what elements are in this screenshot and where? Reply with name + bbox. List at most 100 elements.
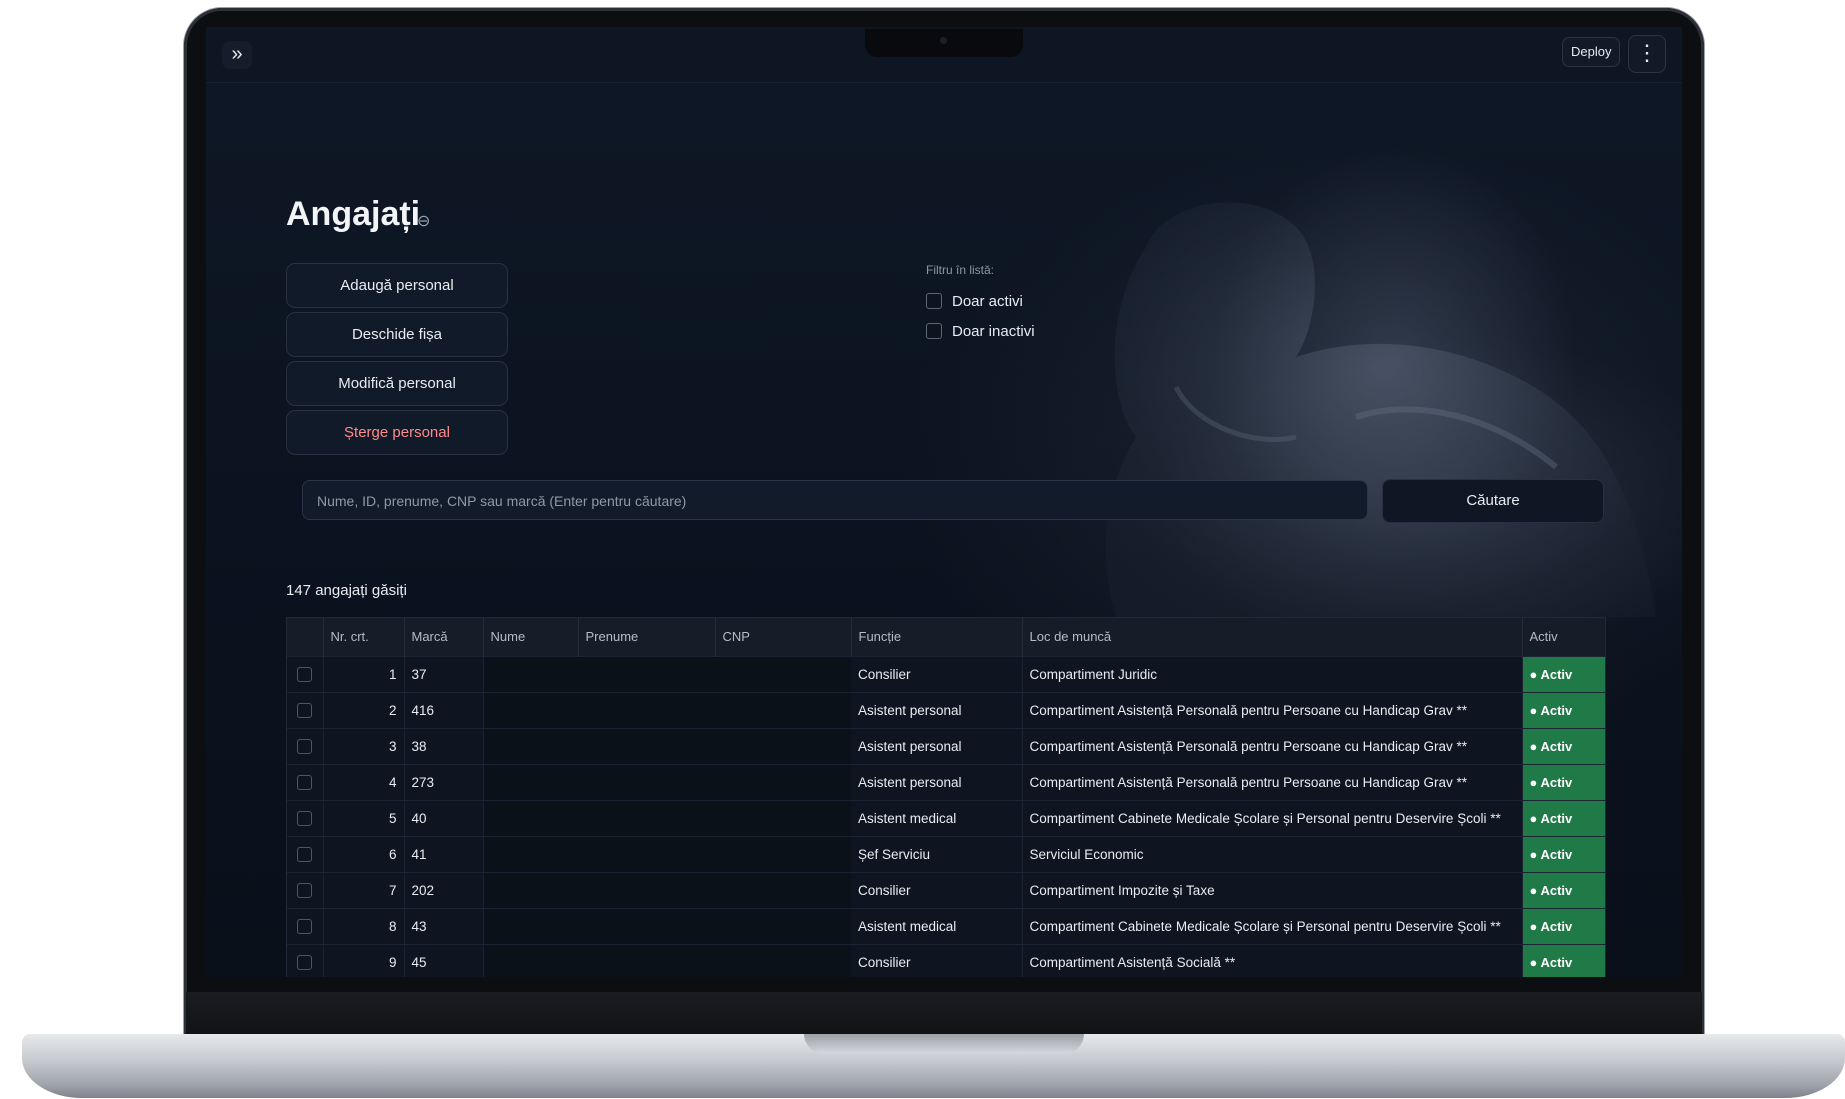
status-badge: ● Activ: [1522, 943, 1605, 977]
cell-nume: [483, 691, 578, 728]
cell-marca: 273: [404, 763, 484, 800]
table-row[interactable]: 8 43 Asistent medical Compartiment Cabinete…: [287, 907, 1605, 944]
table-row[interactable]: 4 273 Asistent personal Compartiment Asiste…: [287, 763, 1605, 800]
row-select-cell[interactable]: [287, 943, 324, 977]
cell-prenume: [578, 691, 715, 728]
cell-cnp: [715, 943, 851, 977]
column-header-cnp[interactable]: CNP: [715, 618, 852, 656]
cell-prenume: [578, 907, 715, 944]
table-row[interactable]: 1 37 Consilier Compartiment Juridic ● Activ: [287, 655, 1605, 692]
cell-functie: Asistent medical: [851, 907, 1023, 944]
column-header-activ[interactable]: Activ: [1522, 618, 1605, 656]
row-select-cell[interactable]: [287, 763, 324, 800]
column-header-marca[interactable]: Marcă: [404, 618, 484, 656]
cell-cnp: [715, 655, 851, 692]
row-select-cell[interactable]: [287, 691, 324, 728]
checkbox[interactable]: [297, 918, 313, 934]
filter-inactive-only[interactable]: Doar inactivi: [926, 320, 1035, 342]
cell-cnp: [715, 907, 851, 944]
table-row[interactable]: 3 38 Asistent personal Compartiment Asisten…: [287, 727, 1605, 764]
row-select-cell[interactable]: [287, 871, 324, 908]
filter-option-label: Doar inactivi: [952, 322, 1035, 340]
status-badge: ● Activ: [1522, 763, 1605, 800]
camera-icon: [940, 37, 947, 44]
checkbox[interactable]: [297, 738, 313, 754]
cell-nume: [483, 943, 578, 977]
status-badge: ● Activ: [1522, 655, 1605, 692]
status-badge: ● Activ: [1522, 799, 1605, 836]
column-header-nr[interactable]: Nr. crt.: [323, 618, 405, 656]
cell-loc: Compartiment Cabinete Medicale Școlare ș…: [1022, 799, 1523, 836]
laptop-opening-groove: [804, 1034, 1084, 1054]
employees-table: Nr. crt. Marcă Nume Prenume CNP Funcție …: [286, 617, 1606, 977]
checkbox[interactable]: [926, 323, 942, 339]
cell-prenume: [578, 871, 715, 908]
checkbox[interactable]: [297, 882, 313, 898]
status-badge: ● Activ: [1522, 871, 1605, 908]
table-row[interactable]: 5 40 Asistent medical Compartiment Cabinete…: [287, 799, 1605, 836]
cell-marca: 45: [404, 943, 484, 977]
link-icon[interactable]: ⊖: [417, 211, 430, 231]
row-select-cell[interactable]: [287, 727, 324, 764]
expand-sidebar-icon[interactable]: »: [222, 41, 252, 69]
column-header-loc[interactable]: Loc de muncă: [1022, 618, 1523, 656]
cell-cnp: [715, 871, 851, 908]
open-file-button[interactable]: Deschide fișa: [286, 312, 508, 357]
cell-functie: Asistent personal: [851, 691, 1023, 728]
column-header-nume[interactable]: Nume: [483, 618, 579, 656]
cell-loc: Compartiment Asistență Socială **: [1022, 943, 1523, 977]
result-count: 147 angajați găsiți: [286, 582, 407, 599]
checkbox[interactable]: [297, 666, 313, 682]
status-badge: ● Activ: [1522, 907, 1605, 944]
table-row[interactable]: 6 41 Șef Serviciu Serviciul Economic ● Activ: [287, 835, 1605, 872]
cell-marca: 40: [404, 799, 484, 836]
status-badge: ● Activ: [1522, 727, 1605, 764]
checkbox[interactable]: [926, 293, 942, 309]
row-select-cell[interactable]: [287, 907, 324, 944]
checkbox[interactable]: [297, 774, 313, 790]
add-personnel-button[interactable]: Adaugă personal: [286, 263, 508, 308]
filter-label: Filtru în listă:: [926, 263, 995, 277]
cell-nume: [483, 871, 578, 908]
table-row[interactable]: 9 45 Consilier Compartiment Asistență Socia…: [287, 943, 1605, 977]
deploy-button[interactable]: Deploy: [1562, 37, 1621, 67]
edit-personnel-button[interactable]: Modifică personal: [286, 361, 508, 406]
cell-prenume: [578, 763, 715, 800]
search-button[interactable]: Căutare: [1382, 479, 1604, 523]
table-header-row: Nr. crt. Marcă Nume Prenume CNP Funcție …: [287, 618, 1605, 656]
cell-nr: 6: [323, 835, 405, 872]
cell-nume: [483, 727, 578, 764]
cell-marca: 416: [404, 691, 484, 728]
cell-nr: 7: [323, 871, 405, 908]
page-title: Angajați: [286, 195, 421, 233]
cell-nume: [483, 655, 578, 692]
column-header-functie[interactable]: Funcție: [851, 618, 1023, 656]
more-options-icon[interactable]: ⋮: [1628, 35, 1666, 73]
search-input[interactable]: Nume, ID, prenume, CNP sau marcă (Enter …: [302, 480, 1368, 520]
checkbox[interactable]: [297, 810, 313, 826]
table-row[interactable]: 2 416 Asistent personal Compartiment Asiste…: [287, 691, 1605, 728]
cell-cnp: [715, 835, 851, 872]
cell-nume: [483, 799, 578, 836]
cell-functie: Consilier: [851, 655, 1023, 692]
checkbox[interactable]: [297, 702, 313, 718]
delete-personnel-button[interactable]: Șterge personal: [286, 410, 508, 455]
checkbox[interactable]: [297, 954, 313, 970]
filter-active-only[interactable]: Doar activi: [926, 290, 1023, 312]
cell-nr: 5: [323, 799, 405, 836]
cell-loc: Compartiment Impozite și Taxe: [1022, 871, 1523, 908]
row-select-cell[interactable]: [287, 835, 324, 872]
cell-marca: 43: [404, 907, 484, 944]
cell-functie: Asistent medical: [851, 799, 1023, 836]
cell-prenume: [578, 943, 715, 977]
column-header-select[interactable]: [287, 618, 324, 656]
row-select-cell[interactable]: [287, 655, 324, 692]
checkbox[interactable]: [297, 846, 313, 862]
table-row[interactable]: 7 202 Consilier Compartiment Impozite și Ta…: [287, 871, 1605, 908]
cell-cnp: [715, 763, 851, 800]
cell-marca: 37: [404, 655, 484, 692]
cell-nr: 2: [323, 691, 405, 728]
cell-prenume: [578, 799, 715, 836]
row-select-cell[interactable]: [287, 799, 324, 836]
column-header-prenume[interactable]: Prenume: [578, 618, 716, 656]
